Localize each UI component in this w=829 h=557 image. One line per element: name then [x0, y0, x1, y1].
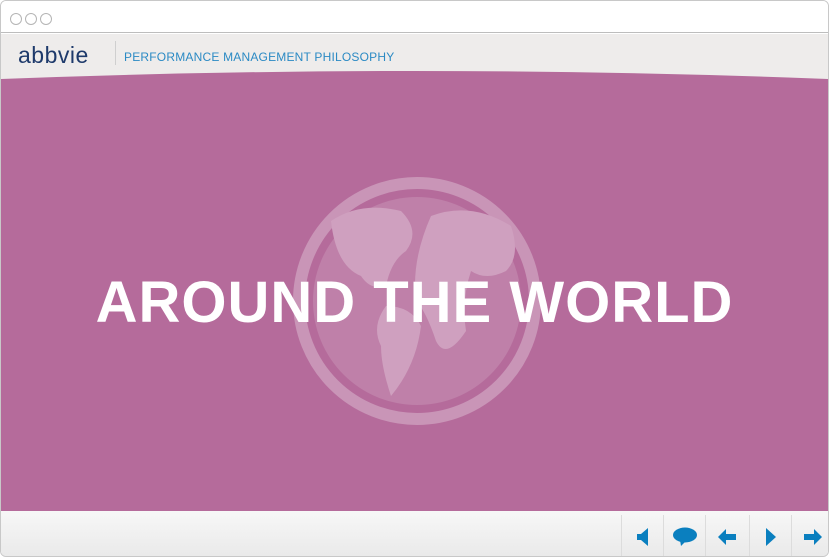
play-button[interactable] [749, 515, 791, 556]
header-curve [1, 65, 828, 79]
arrow-left-icon [717, 528, 736, 545]
next-button[interactable] [791, 515, 828, 556]
browser-window: abbvie PERFORMANCE MANAGEMENT PHILOSOPHY… [0, 0, 829, 557]
player-controls [1, 511, 828, 556]
audio-button[interactable] [621, 515, 663, 556]
play-icon [765, 527, 776, 546]
window-dot-minimize[interactable] [25, 13, 37, 25]
speech-bubble-icon [672, 527, 697, 546]
arrow-right-icon [803, 528, 822, 545]
window-dot-close[interactable] [10, 13, 22, 25]
course-title: PERFORMANCE MANAGEMENT PHILOSOPHY [124, 50, 395, 64]
window-titlebar [1, 1, 828, 33]
slide-headline: AROUND THE WORLD [95, 270, 734, 335]
window-dot-maximize[interactable] [40, 13, 52, 25]
transcript-button[interactable] [663, 515, 705, 556]
previous-button[interactable] [705, 515, 747, 556]
speaker-icon [636, 527, 648, 546]
